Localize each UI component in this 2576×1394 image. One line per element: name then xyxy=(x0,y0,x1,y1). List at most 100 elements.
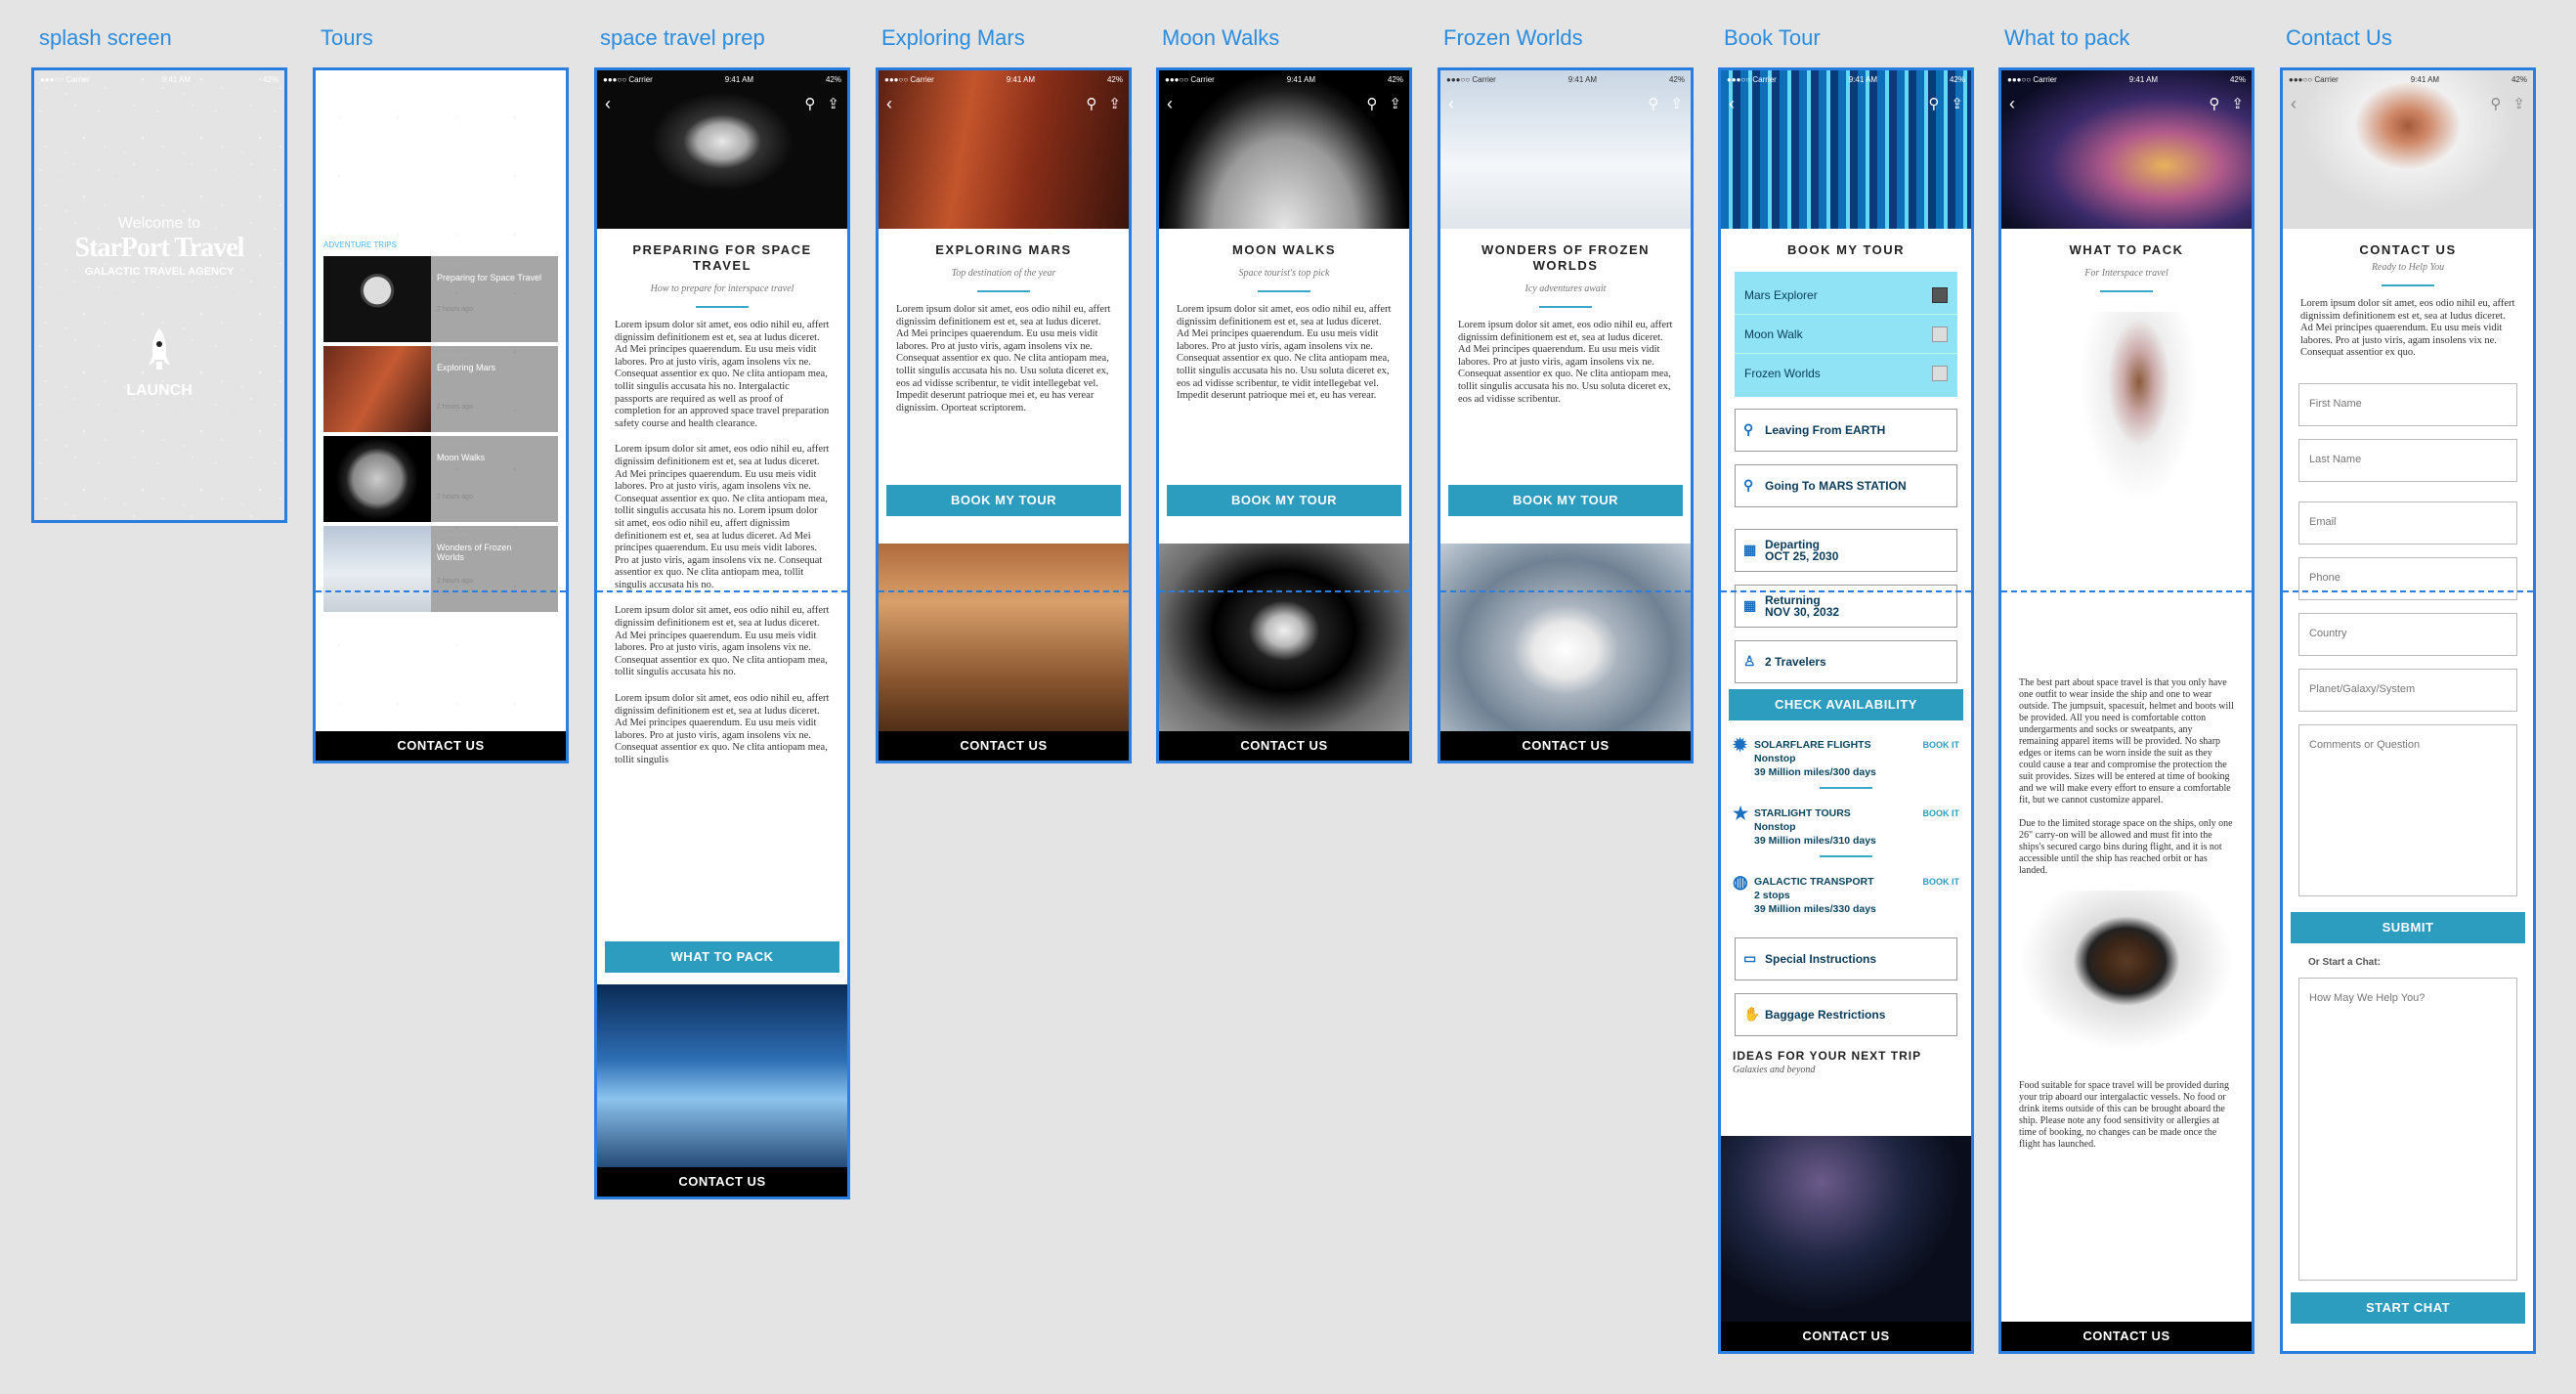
divider xyxy=(1539,306,1592,308)
check-availability-button[interactable]: CHECK AVAILABILITY xyxy=(1729,689,1963,720)
body-text: Lorem ipsum dolor sit amet, eos odio nih… xyxy=(1177,304,1392,402)
book-it-link[interactable]: BOOK IT xyxy=(1923,875,1960,916)
ideas-heading: IDEAS FOR YOUR NEXT TRIP xyxy=(1733,1049,1922,1063)
page-title: MOON WALKS xyxy=(1232,242,1336,257)
chevron-left-icon[interactable]: ‹ xyxy=(2009,94,2015,114)
travelers-field[interactable]: ♙ 2 Travelers xyxy=(1735,640,1957,683)
what-to-pack-screen: ●●●○○ Carrier 9:41 AM 42% ‹ ⚲ ⇪ WHAT TO PACK… xyxy=(1998,67,2254,1354)
spacesuit-woman-image xyxy=(2001,312,2252,664)
location-pin-icon: ⚲ xyxy=(1743,477,1754,493)
nav-bar: ‹ ⚲ ⇪ xyxy=(1440,90,1691,117)
tour-selector: Mars Explorer Moon Walk Frozen Worlds xyxy=(1735,272,1957,397)
divider xyxy=(2382,284,2434,286)
artboard-label: What to pack xyxy=(2004,25,2130,50)
chevron-left-icon[interactable]: ‹ xyxy=(1729,94,1735,114)
contact-us-button[interactable]: CONTACT US xyxy=(316,731,566,761)
share-icon[interactable]: ⇪ xyxy=(827,95,839,112)
share-icon[interactable]: ⇪ xyxy=(1670,95,1683,112)
checkbox-checked[interactable] xyxy=(1932,286,1948,303)
search-icon[interactable]: ⚲ xyxy=(804,95,815,112)
rating-stars: ★★★★★ xyxy=(397,673,485,694)
share-icon[interactable]: ⇪ xyxy=(2512,95,2525,112)
page-title: WHAT TO PACK xyxy=(2069,242,2184,257)
clipboard-icon: ▭ xyxy=(1743,950,1757,966)
share-icon[interactable]: ⇪ xyxy=(1108,95,1121,112)
search-icon[interactable]: ⚲ xyxy=(1086,95,1096,112)
contact-us-button[interactable]: CONTACT US xyxy=(597,1167,847,1197)
country-input[interactable]: Country xyxy=(2298,612,2517,656)
contact-us-button[interactable]: CONTACT US xyxy=(2001,1322,2252,1351)
tour-card[interactable]: Adventures Preparing for Space Travel 2 ho… xyxy=(323,256,558,342)
search-icon[interactable]: ⚲ xyxy=(1366,95,1377,112)
submit-button[interactable]: SUBMIT xyxy=(2291,911,2525,943)
chevron-left-icon[interactable]: ‹ xyxy=(886,94,892,114)
tour-card[interactable]: Adventures Exploring Mars 2 hours ago xyxy=(323,346,558,432)
nav-bar: ‹ ⚲ ⇪ xyxy=(1159,90,1409,117)
special-instructions-field[interactable]: ▭ Special Instructions xyxy=(1735,937,1957,980)
baggage-restrictions-field[interactable]: ✋ Baggage Restrictions xyxy=(1735,993,1957,1036)
chevron-left-icon[interactable]: ‹ xyxy=(1167,94,1173,114)
search-icon[interactable]: ⚲ xyxy=(2490,95,2501,112)
email-input[interactable]: Email xyxy=(2298,501,2517,545)
last-name-input[interactable]: Last Name xyxy=(2298,438,2517,482)
rocket-icon xyxy=(149,328,170,370)
first-name-input[interactable]: First Name xyxy=(2298,382,2517,426)
nav-bar: ‹ ⚲ ⇪ xyxy=(597,90,847,117)
search-icon[interactable]: ⚲ xyxy=(1928,95,1939,112)
chevron-left-icon[interactable]: ‹ xyxy=(2291,94,2297,114)
book-my-tour-button[interactable]: BOOK MY TOUR xyxy=(1448,485,1683,516)
space-travel-prep-screen: ●●●○○ Carrier 9:41 AM 42% ‹ ⚲ ⇪ PREPARING FO… xyxy=(594,67,850,1199)
mars-rocks-image xyxy=(879,544,1129,737)
going-to-field[interactable]: ⚲ Going To MARS STATION xyxy=(1735,464,1957,507)
checkbox[interactable] xyxy=(1932,366,1948,381)
share-icon[interactable]: ⇪ xyxy=(2231,95,2244,112)
share-icon[interactable]: ⇪ xyxy=(545,95,558,112)
search-icon[interactable]: ⚲ xyxy=(2209,95,2219,112)
departing-date-field[interactable]: ▦ Departing OCT 25, 2030 xyxy=(1735,529,1957,572)
brand-title: StarPort Travel xyxy=(355,145,527,173)
comments-textarea[interactable]: Comments or Question xyxy=(2298,723,2517,896)
book-it-link[interactable]: BOOK IT xyxy=(1923,738,1960,779)
share-icon[interactable]: ⇪ xyxy=(1951,95,1963,112)
tour-title: Exploring Mars xyxy=(437,363,496,372)
exploring-mars-screen: ●●●○○ Carrier 9:41 AM 42% ‹ ⚲ ⇪ EXPLORING MA… xyxy=(876,67,1132,763)
planet-galaxy-input[interactable]: Planet/Galaxy/System xyxy=(2298,668,2517,712)
sun-icon: ✹ xyxy=(1733,735,1748,755)
contact-us-button[interactable]: CONTACT US xyxy=(1159,731,1409,761)
checkbox[interactable] xyxy=(1932,326,1948,342)
body-text: Lorem ipsum dolor sit amet, eos odio nih… xyxy=(1458,320,1673,405)
tour-option[interactable]: Mars Explorer xyxy=(1735,276,1957,315)
status-bar: ●●●○○ Carrier 9:41 AM 42% xyxy=(1446,74,1685,84)
chevron-left-icon[interactable]: ‹ xyxy=(1448,94,1454,114)
tour-option[interactable]: Moon Walk xyxy=(1735,315,1957,354)
chevron-left-icon[interactable]: ‹ xyxy=(323,94,329,114)
leaving-from-field[interactable]: ⚲ Leaving From EARTH xyxy=(1735,409,1957,452)
book-my-tour-button[interactable]: BOOK MY TOUR xyxy=(886,485,1121,516)
share-icon[interactable]: ⇪ xyxy=(1389,95,1401,112)
contact-us-button[interactable]: CONTACT US xyxy=(1721,1322,1971,1351)
divider xyxy=(1820,855,1872,857)
search-icon[interactable]: ⚲ xyxy=(1648,95,1658,112)
astronaut-thumbnail xyxy=(323,256,431,342)
book-it-link[interactable]: BOOK IT xyxy=(1923,806,1960,848)
what-to-pack-button[interactable]: WHAT TO PACK xyxy=(605,941,839,973)
chat-input[interactable]: How May We Help You? xyxy=(2298,977,2517,1281)
tour-option[interactable]: Frozen Worlds xyxy=(1735,354,1957,393)
tour-card[interactable]: Adventures Moon Walks 2 hours ago xyxy=(323,436,558,522)
contact-us-button[interactable]: CONTACT US xyxy=(879,731,1129,761)
chevron-left-icon[interactable]: ‹ xyxy=(605,94,611,114)
page-subtitle: Icy adventures await xyxy=(1524,283,1607,294)
artboard-label: Frozen Worlds xyxy=(1443,25,1583,50)
fold-line xyxy=(2001,590,2252,592)
person-icon: ♙ xyxy=(1743,653,1756,669)
contact-us-button[interactable]: CONTACT US xyxy=(1440,731,1691,761)
tour-card[interactable]: Adventures Wonders of Frozen Worlds 2 hour… xyxy=(323,526,558,612)
phone-input[interactable]: Phone xyxy=(2298,556,2517,600)
artboard-label: Book Tour xyxy=(1724,25,1821,50)
book-my-tour-button[interactable]: BOOK MY TOUR xyxy=(1167,485,1401,516)
launch-button[interactable]: LAUNCH xyxy=(34,327,284,400)
fold-line xyxy=(879,590,1129,592)
moon-walks-screen: ●●●○○ Carrier 9:41 AM 42% ‹ ⚲ ⇪ MOON WALKS S… xyxy=(1156,67,1412,763)
search-icon[interactable]: ⚲ xyxy=(523,95,534,112)
start-chat-button[interactable]: START CHAT xyxy=(2291,1291,2525,1324)
